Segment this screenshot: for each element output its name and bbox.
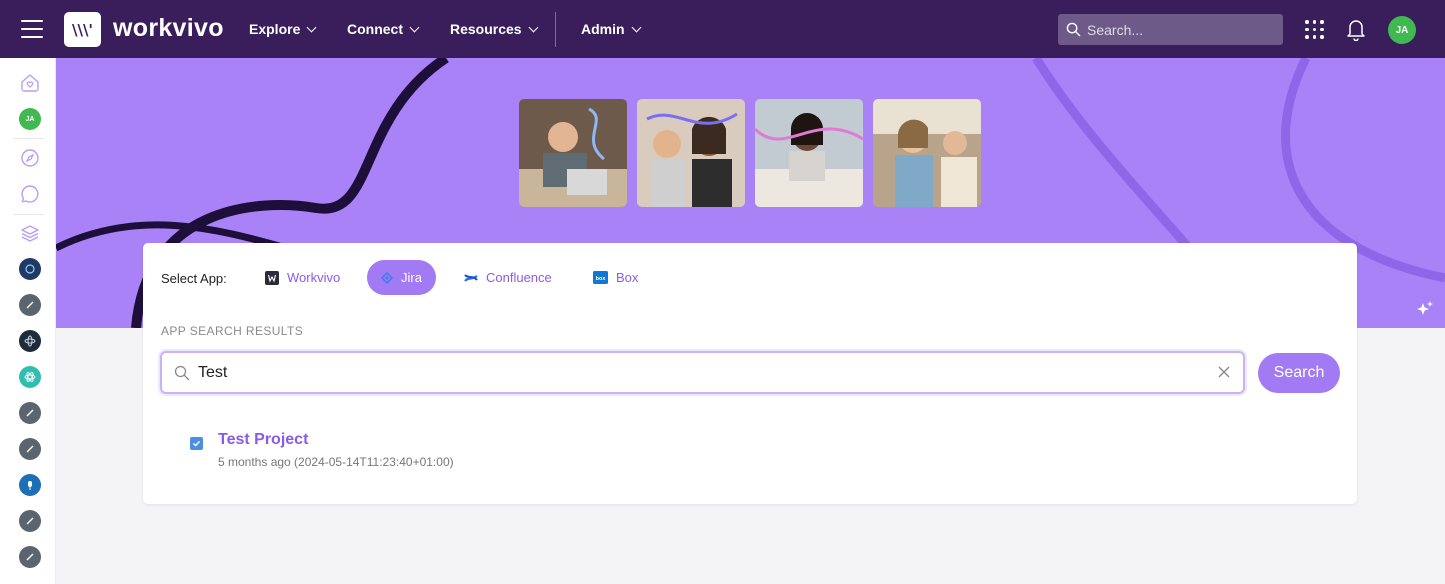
space-avatar[interactable]: [19, 510, 41, 532]
space-avatar[interactable]: [19, 402, 41, 424]
team-photo: [755, 99, 863, 207]
search-icon: [174, 365, 190, 380]
app-tab-workvivo[interactable]: Workvivo: [251, 260, 354, 295]
nav-connect[interactable]: Connect: [347, 21, 420, 37]
bell-icon[interactable]: [1345, 17, 1367, 41]
pencil-icon: [26, 301, 34, 309]
global-search-input[interactable]: [1087, 21, 1277, 38]
rail-divider: [14, 214, 44, 215]
layers-icon[interactable]: [19, 222, 41, 244]
result-title[interactable]: Test Project: [218, 431, 308, 449]
space-avatar[interactable]: [19, 330, 41, 352]
team-photo: [519, 99, 627, 207]
app-grid-icon[interactable]: [1305, 20, 1324, 39]
chevron-down-icon: [306, 22, 317, 32]
workvivo-logo[interactable]: \\\': [64, 12, 101, 47]
team-photo: [873, 99, 981, 207]
jira-icon: [381, 271, 393, 284]
app-search-input[interactable]: [198, 363, 1198, 382]
pencil-icon: [26, 409, 34, 417]
nav-explore[interactable]: Explore: [249, 21, 317, 37]
ai-assistant-button[interactable]: [1405, 290, 1445, 328]
search-icon: [1066, 22, 1081, 37]
nav-divider: [555, 12, 556, 47]
rail-divider: [14, 138, 44, 139]
app-tab-confluence[interactable]: Confluence: [450, 260, 566, 295]
chevron-down-icon: [409, 22, 420, 32]
atom-icon: [24, 335, 36, 347]
app-tab-label: Workvivo: [287, 270, 341, 285]
chat-bubble-icon[interactable]: [19, 183, 41, 205]
brand-name[interactable]: workvivo: [113, 14, 224, 43]
svg-text:box: box: [596, 276, 607, 282]
global-search[interactable]: [1058, 14, 1283, 45]
nav-connect-label: Connect: [347, 21, 403, 37]
space-avatar[interactable]: [19, 438, 41, 460]
nav-resources-label: Resources: [450, 21, 522, 37]
workvivo-icon: [265, 270, 279, 285]
nav-explore-label: Explore: [249, 21, 301, 37]
pencil-icon: [26, 517, 34, 525]
chevron-down-icon: [631, 22, 642, 32]
left-sidebar: JA: [0, 58, 56, 584]
space-avatar[interactable]: [19, 546, 41, 568]
top-navigation-bar: \\\' workvivo Explore Connect Resources …: [0, 0, 1445, 58]
app-search-card: Select App: Workvivo Jira Confluence box…: [143, 243, 1357, 504]
confluence-icon: [464, 273, 478, 282]
space-avatar[interactable]: [19, 258, 41, 280]
app-tab-label: Box: [616, 270, 639, 285]
app-tab-jira[interactable]: Jira: [367, 260, 436, 295]
app-tab-box[interactable]: box Box: [579, 260, 652, 295]
home-heart-icon[interactable]: [19, 72, 41, 94]
app-tab-label: Jira: [401, 270, 422, 285]
compass-icon[interactable]: [19, 147, 41, 169]
pencil-icon: [26, 553, 34, 561]
box-icon: box: [593, 271, 608, 284]
result-timestamp: 5 months ago (2024-05-14T11:23:40+01:00): [218, 455, 454, 469]
clear-icon[interactable]: [1217, 365, 1231, 379]
brain-icon: [25, 264, 35, 274]
space-avatar[interactable]: [19, 474, 41, 496]
space-avatar[interactable]: [19, 294, 41, 316]
nav-admin-label: Admin: [581, 21, 625, 37]
user-avatar[interactable]: JA: [1388, 16, 1416, 44]
search-button[interactable]: Search: [1258, 353, 1340, 393]
app-search-field[interactable]: [160, 351, 1245, 394]
chevron-down-icon: [528, 22, 539, 32]
space-avatar[interactable]: [19, 366, 41, 388]
pencil-icon: [26, 445, 34, 453]
result-checkbox[interactable]: [190, 437, 203, 450]
sparkle-icon: [1417, 301, 1433, 315]
hamburger-menu-icon[interactable]: [21, 20, 43, 38]
checkmark-icon: [192, 440, 201, 447]
select-app-label: Select App:: [161, 271, 227, 286]
team-photo: [637, 99, 745, 207]
nav-admin[interactable]: Admin: [581, 21, 642, 37]
app-tab-label: Confluence: [486, 270, 552, 285]
results-section-label: APP SEARCH RESULTS: [161, 324, 304, 338]
nav-resources[interactable]: Resources: [450, 21, 539, 37]
rail-avatar[interactable]: JA: [19, 108, 41, 130]
react-icon: [24, 372, 36, 382]
microphone-icon: [28, 481, 32, 490]
